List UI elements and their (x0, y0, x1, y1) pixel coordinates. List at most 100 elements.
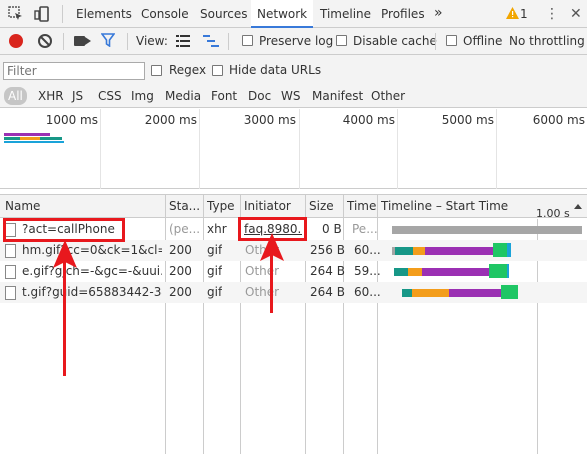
request-time: 59... (354, 264, 381, 278)
divider (62, 5, 63, 23)
regex-label[interactable]: Regex (169, 57, 206, 83)
clear-button[interactable] (38, 34, 52, 48)
waterfall-bar-pending[interactable] (392, 226, 582, 234)
inspect-element-icon[interactable] (8, 6, 24, 22)
view-label: View: (136, 34, 168, 48)
large-rows-icon[interactable] (176, 35, 190, 47)
waterfall-bar-waiting[interactable] (449, 289, 501, 297)
hide-data-urls-checkbox[interactable] (212, 65, 223, 76)
column-time[interactable]: Time (347, 195, 376, 217)
tab-profiles[interactable]: Profiles (381, 0, 425, 28)
offline-checkbox[interactable] (446, 35, 457, 46)
table-row[interactable]: e.gif?gjch=-&gc=-&uui... 200 gif Other 2… (0, 261, 587, 282)
devtools-tab-bar: Elements Console Sources Network Timelin… (0, 0, 587, 28)
waterfall-bar-download[interactable] (501, 285, 518, 299)
table-row[interactable]: t.gif?guid=65883442-34... 200 gif Other … (0, 282, 587, 303)
overview-tick: 6000 ms (532, 113, 585, 127)
warning-icon[interactable] (506, 7, 519, 19)
tab-elements[interactable]: Elements (76, 0, 132, 28)
waterfall-bar-connect[interactable] (413, 247, 425, 255)
waterfall-bar-waiting[interactable] (422, 268, 489, 276)
request-status: 200 (169, 264, 192, 278)
type-filter-font[interactable]: Font (211, 84, 237, 108)
waterfall-bar-dns[interactable] (402, 289, 412, 297)
preserve-log-label[interactable]: Preserve log (259, 28, 333, 54)
overview-tick: 2000 ms (144, 113, 197, 127)
waterfall-bar-download[interactable] (493, 243, 507, 257)
waterfall-bar-load[interactable] (507, 243, 511, 257)
type-filter-css[interactable]: CSS (98, 84, 122, 108)
overview-tick: 5000 ms (441, 113, 494, 127)
column-size[interactable]: Size (309, 195, 334, 217)
column-name[interactable]: Name (5, 195, 40, 217)
waterfall-bar-connect[interactable] (408, 268, 422, 276)
request-name[interactable]: hm.gif?cc=0&ck=1&cl=... (22, 240, 162, 261)
capture-screenshots-icon[interactable] (74, 36, 91, 46)
gridline (397, 109, 398, 189)
warning-count[interactable]: 1 (520, 0, 528, 28)
filter-icon[interactable] (101, 33, 115, 47)
column-type[interactable]: Type (207, 195, 235, 217)
tab-console[interactable]: Console (141, 0, 189, 28)
sort-ascending-icon[interactable] (574, 204, 582, 209)
type-filter-all[interactable]: All (4, 87, 27, 105)
tab-timeline[interactable]: Timeline (320, 0, 371, 28)
waterfall-bar-waiting[interactable] (425, 247, 493, 255)
menu-icon[interactable]: ⋮ (545, 0, 559, 28)
filter-input[interactable] (3, 62, 145, 80)
close-icon[interactable]: ✕ (570, 0, 582, 28)
more-tabs-button[interactable]: » (434, 0, 443, 26)
type-filter-img[interactable]: Img (131, 84, 154, 108)
request-size: 0 B (322, 222, 342, 236)
disable-cache-checkbox[interactable] (336, 35, 347, 46)
annotation-arrow-head-icon (260, 233, 284, 261)
overview-tick: 3000 ms (243, 113, 296, 127)
overview-tick: 4000 ms (342, 113, 395, 127)
gridline (299, 109, 300, 189)
type-filter-doc[interactable]: Doc (248, 84, 271, 108)
throttling-select[interactable]: No throttling (509, 28, 585, 54)
request-name[interactable]: t.gif?guid=65883442-34... (22, 282, 162, 303)
waterfall-overview-icon[interactable] (203, 35, 219, 47)
annotation-highlight-box (3, 218, 125, 242)
requests-table-header: Name Sta... Type Initiator Size Time Tim… (0, 194, 587, 218)
column-initiator[interactable]: Initiator (244, 195, 291, 217)
waterfall-bar-download[interactable] (489, 264, 507, 278)
device-toolbar-icon[interactable] (34, 6, 50, 22)
type-filter-js[interactable]: JS (72, 84, 83, 108)
tab-network[interactable]: Network (251, 0, 314, 28)
request-type: gif (207, 243, 223, 257)
hide-data-urls-label[interactable]: Hide data URLs (229, 57, 321, 83)
disable-cache-label[interactable]: Disable cache (353, 28, 437, 54)
waterfall-bar-dns[interactable] (395, 247, 413, 255)
annotation-arrow-head-icon (53, 240, 77, 268)
offline-label[interactable]: Offline (463, 28, 502, 54)
type-filter-ws[interactable]: WS (281, 84, 300, 108)
gridline (496, 109, 497, 189)
waterfall-bar-dns[interactable] (394, 268, 408, 276)
type-filter-media[interactable]: Media (165, 84, 201, 108)
overview-bar (20, 137, 40, 140)
type-filter-manifest[interactable]: Manifest (312, 84, 363, 108)
divider (228, 33, 229, 50)
file-icon (5, 244, 16, 258)
waterfall-bar-load[interactable] (507, 264, 509, 278)
request-time: 60... (354, 285, 381, 299)
request-size: 264 B (310, 264, 345, 278)
table-row[interactable]: hm.gif?cc=0&ck=1&cl=... 200 gif Other 25… (0, 240, 587, 261)
waterfall-bar-connect[interactable] (412, 289, 449, 297)
gridline (100, 109, 101, 189)
regex-checkbox[interactable] (151, 65, 162, 76)
column-timeline[interactable]: Timeline – Start Time (381, 195, 508, 217)
annotation-arrow-shaft (63, 252, 66, 376)
type-filter-xhr[interactable]: XHR (38, 84, 64, 108)
type-filter-other[interactable]: Other (371, 84, 405, 108)
preserve-log-checkbox[interactable] (242, 35, 253, 46)
network-overview[interactable]: 1000 ms 2000 ms 3000 ms 4000 ms 5000 ms … (0, 109, 587, 189)
request-initiator: Other (245, 285, 280, 299)
request-name[interactable]: e.gif?gjch=-&gc=-&uui... (22, 261, 162, 282)
column-status[interactable]: Sta... (169, 195, 201, 217)
request-time: 60... (354, 243, 381, 257)
tab-sources[interactable]: Sources (200, 0, 247, 28)
record-button[interactable] (9, 34, 23, 48)
